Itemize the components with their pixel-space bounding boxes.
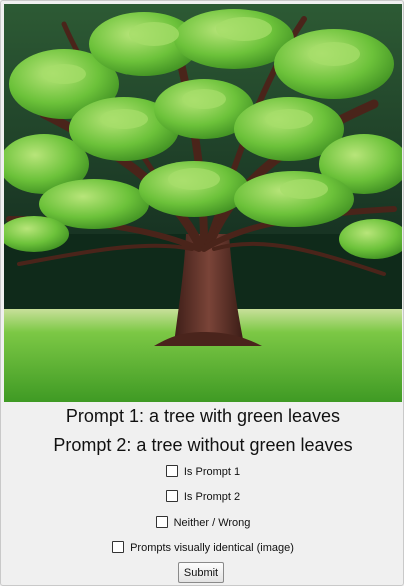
is-prompt-1-label: Is Prompt 1 bbox=[183, 466, 241, 478]
annotation-panel: Prompt 1: a tree with green leaves Promp… bbox=[0, 0, 404, 586]
option-identical[interactable]: Prompts visually identical (image) bbox=[1, 541, 403, 555]
option-is-prompt-1[interactable]: Is Prompt 1 bbox=[1, 465, 403, 479]
neither-label: Neither / Wrong bbox=[173, 517, 251, 529]
is-prompt-2-label: Is Prompt 2 bbox=[183, 491, 241, 503]
prompt-1-text: Prompt 1: a tree with green leaves bbox=[65, 406, 341, 426]
identical-checkbox[interactable] bbox=[112, 541, 125, 553]
prompt-2-text: Prompt 2: a tree without green leaves bbox=[53, 435, 353, 455]
is-prompt-1-checkbox[interactable] bbox=[165, 465, 178, 477]
option-neither[interactable]: Neither / Wrong bbox=[1, 516, 403, 530]
option-is-prompt-2[interactable]: Is Prompt 2 bbox=[1, 490, 403, 504]
generated-image bbox=[4, 4, 402, 402]
identical-label: Prompts visually identical (image) bbox=[130, 542, 294, 554]
submit-button[interactable]: Submit bbox=[178, 562, 224, 583]
is-prompt-2-checkbox[interactable] bbox=[165, 490, 178, 502]
neither-checkbox[interactable] bbox=[155, 516, 168, 528]
